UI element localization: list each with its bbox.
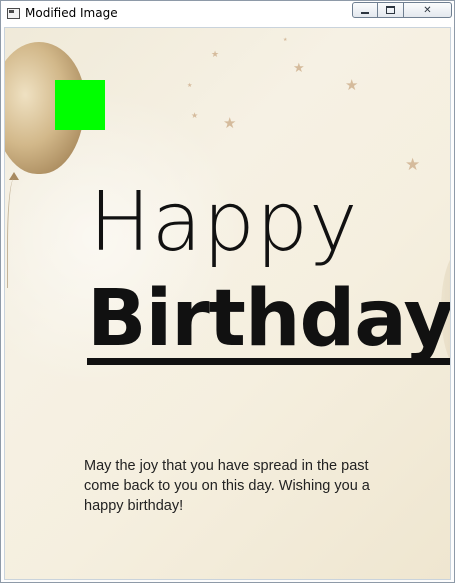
heading-birthday: Birthday — [87, 274, 451, 364]
close-icon: ✕ — [423, 4, 432, 16]
balloon-string — [7, 178, 19, 288]
star-icon: ★ — [211, 49, 220, 59]
app-window-icon — [7, 8, 20, 19]
minimize-icon — [361, 12, 369, 14]
star-icon: ★ — [187, 83, 193, 89]
maximize-button[interactable] — [378, 2, 404, 18]
star-icon: ★ — [293, 60, 305, 75]
star-icon: ★ — [191, 111, 199, 120]
image-viewer-window: Modified Image ✕ ★ ★ ★ ★ ★ ★ ★ ★ Happy B… — [0, 0, 455, 583]
green-overlay-square — [55, 80, 105, 130]
star-icon: ★ — [283, 37, 288, 43]
title-bar[interactable]: Modified Image ✕ — [1, 1, 454, 27]
heading-happy: Happy — [89, 175, 359, 270]
heading-underline — [87, 358, 450, 365]
maximize-icon — [386, 6, 395, 14]
window-title: Modified Image — [25, 6, 118, 20]
minimize-button[interactable] — [352, 2, 378, 18]
star-icon: ★ — [405, 155, 421, 174]
star-icon: ★ — [223, 115, 237, 132]
close-button[interactable]: ✕ — [404, 2, 452, 18]
star-icon: ★ — [345, 77, 359, 94]
birthday-message: May the joy that you have spread in the … — [84, 458, 370, 514]
image-canvas: ★ ★ ★ ★ ★ ★ ★ ★ Happy Birthday May the j… — [4, 27, 451, 580]
